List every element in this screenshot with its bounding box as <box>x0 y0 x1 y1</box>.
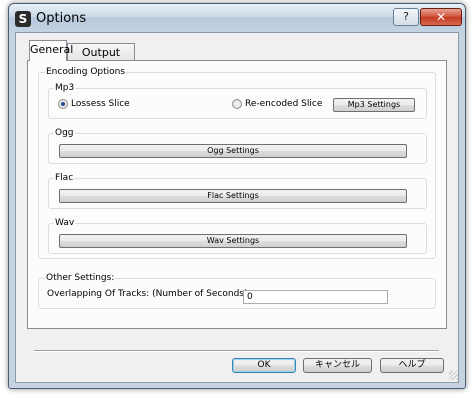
overlap-seconds-input[interactable]: 0 <box>243 290 388 304</box>
mp3-label: Mp3 <box>54 83 76 93</box>
close-button[interactable]: ✕ <box>420 8 462 26</box>
title-bar[interactable]: S Options ? ✕ <box>9 4 465 32</box>
reencoded-slice-label[interactable]: Re-encoded Slice <box>245 99 322 110</box>
wav-label: Wav <box>54 218 76 228</box>
wav-settings-button[interactable]: Wav Settings <box>59 234 407 248</box>
lossless-slice-label[interactable]: Lossess Slice <box>71 99 130 110</box>
overlap-label: Overlapping Of Tracks: (Number of Second… <box>47 289 248 299</box>
tab-panel-general: Encoding Options Mp3 Lossess Slice Re-en… <box>27 60 447 329</box>
flac-settings-button[interactable]: Flac Settings <box>59 189 407 203</box>
options-dialog: S Options ? ✕ General Output Details Enc… <box>8 3 466 389</box>
encoding-options-label: Encoding Options <box>45 67 127 77</box>
window-title: Options <box>36 11 87 26</box>
ogg-settings-button[interactable]: Ogg Settings <box>59 144 407 158</box>
cancel-button[interactable]: キャンセル <box>303 358 372 373</box>
title-help-button[interactable]: ? <box>393 8 419 26</box>
flac-label: Flac <box>54 173 75 183</box>
ok-button[interactable]: OK <box>232 358 296 373</box>
other-settings-label: Other Settings: <box>45 273 116 283</box>
separator <box>34 350 439 352</box>
ogg-label: Ogg <box>54 128 75 138</box>
app-icon: S <box>15 11 31 27</box>
question-icon: ? <box>403 10 409 23</box>
help-button[interactable]: ヘルプ <box>380 358 444 373</box>
lossless-slice-radio[interactable] <box>58 99 68 109</box>
reencoded-slice-radio[interactable] <box>232 99 242 109</box>
tab-general[interactable]: General <box>29 40 73 61</box>
close-icon: ✕ <box>435 10 447 24</box>
resize-grip-icon[interactable] <box>449 371 458 380</box>
dialog-client-area: General Output Details Encoding Options … <box>15 32 459 383</box>
mp3-settings-button[interactable]: Mp3 Settings <box>333 98 415 112</box>
